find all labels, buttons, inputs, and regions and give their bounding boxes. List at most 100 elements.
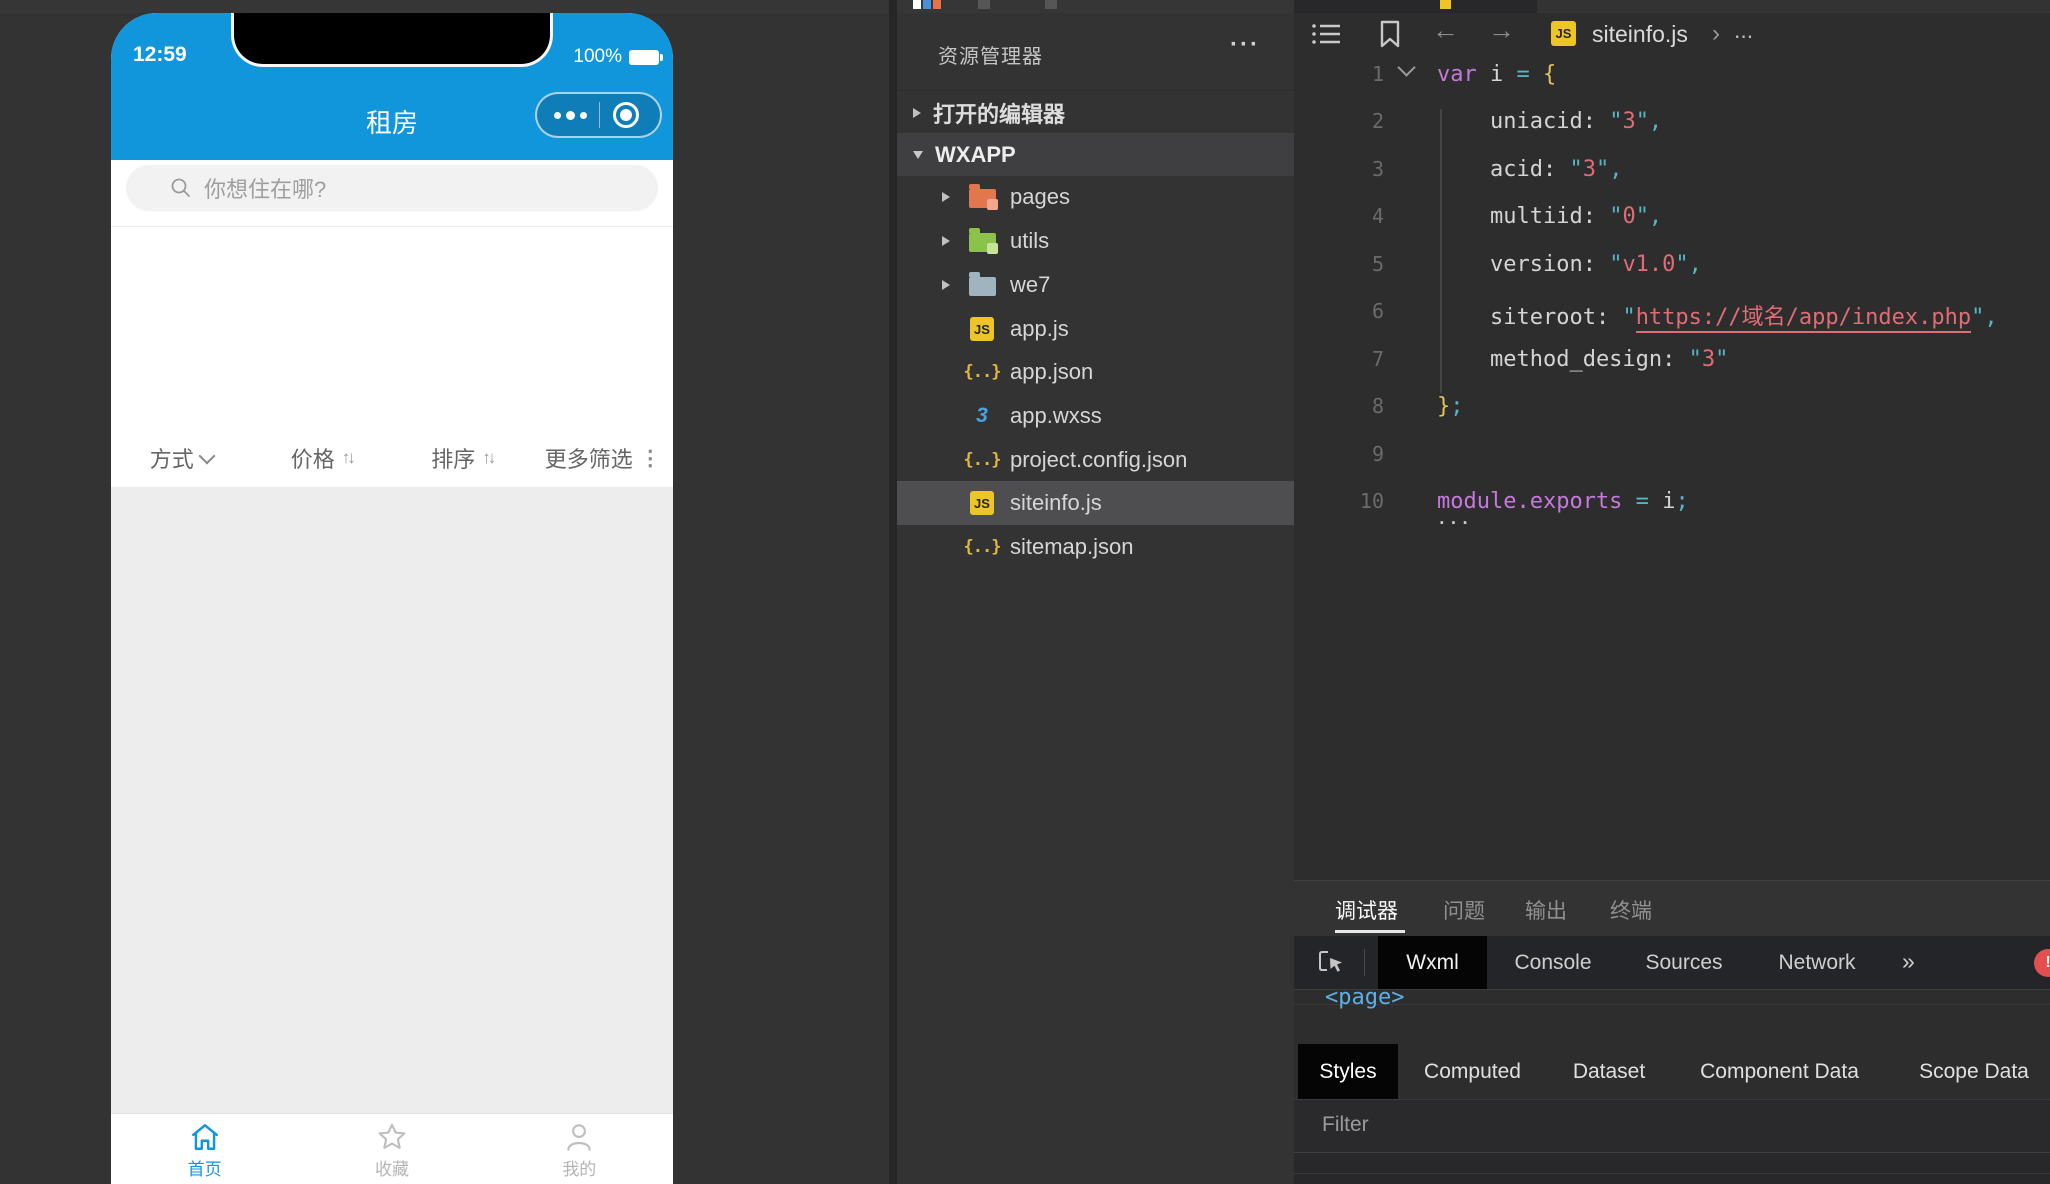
- breadcrumb-symbol[interactable]: ...: [1734, 17, 1753, 44]
- filter-bar: 方式 价格 ↑↓ 排序 ↑↓ 更多筛选 ⋮: [111, 429, 673, 487]
- collapse-arrow-icon: [942, 236, 950, 246]
- code-line: 7 method_design: "3": [1294, 347, 2050, 373]
- explorer-title: 资源管理器: [938, 40, 1043, 69]
- toolbar-fragment-icon: [978, 0, 990, 9]
- filter-method[interactable]: 方式: [111, 429, 252, 487]
- empty-list-area: [111, 488, 673, 1113]
- code-line: 10 module.exports = i;: [1294, 489, 2050, 515]
- window-top-strip: [0, 0, 2050, 13]
- tab-styles[interactable]: Styles: [1298, 1044, 1398, 1099]
- tree-item-app-js[interactable]: JS app.js: [897, 307, 1294, 351]
- collapse-arrow-icon: [942, 280, 950, 290]
- divider: [1364, 949, 1365, 976]
- inspect-element-icon[interactable]: [1316, 948, 1346, 978]
- hint-marker: ···: [1437, 513, 1472, 532]
- js-file-icon: JS: [1551, 21, 1576, 46]
- collapse-arrow-icon: [913, 108, 921, 118]
- battery-icon: [629, 50, 663, 65]
- more-filters-icon: ⋮: [640, 446, 661, 471]
- more-menu-icon[interactable]: [554, 111, 587, 120]
- sort-icon: ↑↓: [482, 448, 493, 468]
- divider: [111, 226, 673, 227]
- folder-pages-icon: [967, 186, 997, 208]
- breadcrumb-bar: ← → JS siteinfo.js › ...: [1294, 13, 2050, 55]
- url-link[interactable]: https://域名/app/index.php: [1636, 305, 1971, 333]
- tab-debugger[interactable]: 调试器: [1335, 895, 1398, 925]
- tab-profile[interactable]: 我的: [486, 1114, 673, 1184]
- tab-js-icon-fragment: [1440, 0, 1451, 9]
- tree-item-app-wxss[interactable]: 3 app.wxss: [897, 394, 1294, 438]
- navigation-bar: 12:59 100% 租房: [111, 13, 673, 160]
- capsule-divider: [599, 102, 600, 128]
- panel-sash[interactable]: [889, 0, 897, 1184]
- wxss-file-icon: 3: [967, 404, 997, 428]
- collapse-arrow-icon: [942, 192, 950, 202]
- back-arrow-icon[interactable]: ←: [1432, 15, 1459, 46]
- editor-tab-fragment[interactable]: [1294, 0, 1537, 13]
- section-open-editors[interactable]: 打开的编辑器: [897, 90, 1294, 134]
- folder-icon: [967, 274, 997, 296]
- code-line: 6 siteroot: "https://域名/app/index.php",: [1294, 299, 2050, 325]
- tree-item-we7[interactable]: we7: [897, 263, 1294, 307]
- bookmark-icon[interactable]: [1378, 19, 1402, 49]
- tree-item-pages[interactable]: pages: [897, 175, 1294, 219]
- tree-item-project-config[interactable]: {..} project.config.json: [897, 438, 1294, 482]
- filter-price[interactable]: 价格 ↑↓: [252, 429, 393, 487]
- code-line: 8 };: [1294, 394, 2050, 420]
- phone-notch: [231, 13, 553, 67]
- panel-footer-strip: [1294, 1153, 2050, 1184]
- panel-tab-bar: 调试器 问题 输出 终端: [1294, 881, 2050, 936]
- filter-placeholder: Filter: [1322, 1113, 1369, 1137]
- filter-sort[interactable]: 排序 ↑↓: [392, 429, 533, 487]
- code-line: 5 version: "v1.0",: [1294, 252, 2050, 278]
- close-target-icon[interactable]: [613, 102, 639, 128]
- tab-dataset[interactable]: Dataset: [1569, 1044, 1649, 1099]
- battery-indicator: 100%: [573, 46, 663, 68]
- element-node-page[interactable]: <page>: [1325, 989, 1404, 1010]
- mini-program-simulator: 12:59 100% 租房 你想住在哪? 方: [111, 13, 673, 1184]
- expand-arrow-icon: [913, 151, 923, 159]
- tree-item-siteinfo-js[interactable]: JS siteinfo.js: [897, 481, 1294, 525]
- debugger-panel: 调试器 问题 输出 终端 Wxml Console Sources Networ…: [1294, 880, 2050, 1184]
- sort-icon: ↑↓: [342, 448, 353, 468]
- tree-item-utils[interactable]: utils: [897, 219, 1294, 263]
- explorer-more-icon[interactable]: ···: [1230, 31, 1260, 59]
- tab-wxml[interactable]: Wxml: [1378, 936, 1487, 989]
- tab-network[interactable]: Network: [1771, 936, 1863, 989]
- capsule-menu[interactable]: [535, 92, 662, 138]
- outline-list-icon[interactable]: [1310, 21, 1344, 49]
- tab-output[interactable]: 输出: [1525, 895, 1567, 925]
- tree-item-sitemap-json[interactable]: {..} sitemap.json: [897, 525, 1294, 569]
- search-input[interactable]: 你想住在哪?: [126, 165, 658, 211]
- styles-filter-input[interactable]: Filter: [1294, 1100, 2050, 1153]
- tab-sources[interactable]: Sources: [1644, 936, 1724, 989]
- tab-component-data[interactable]: Component Data: [1689, 1044, 1870, 1099]
- tab-home[interactable]: 首页: [111, 1114, 298, 1184]
- toolbar-fragment-icon: [1045, 0, 1057, 9]
- row-separator: [1294, 1004, 2050, 1005]
- tab-computed[interactable]: Computed: [1415, 1044, 1530, 1099]
- error-count-badge[interactable]: !: [2034, 949, 2050, 977]
- chevron-down-icon: [198, 447, 215, 464]
- section-project-root[interactable]: WXAPP: [897, 133, 1294, 176]
- tab-terminal[interactable]: 终端: [1610, 895, 1652, 925]
- breadcrumb-separator: ›: [1712, 20, 1720, 48]
- code-line: 1 var i = {: [1294, 62, 2050, 88]
- forward-arrow-icon[interactable]: →: [1488, 15, 1515, 46]
- breadcrumb-filename[interactable]: siteinfo.js: [1592, 21, 1688, 48]
- tab-overflow-icon[interactable]: »: [1902, 948, 1915, 975]
- code-line: 4 multiid: "0",: [1294, 204, 2050, 230]
- tab-favorites[interactable]: 收藏: [298, 1114, 485, 1184]
- code-area[interactable]: 1 var i = { 2 uniacid: "3", 3 acid: "3",…: [1294, 55, 2050, 880]
- inspector-tab-bar: Wxml Console Sources Network » !: [1294, 936, 2050, 989]
- search-placeholder: 你想住在哪?: [204, 172, 326, 204]
- tab-problems[interactable]: 问题: [1443, 895, 1485, 925]
- tab-console[interactable]: Console: [1511, 936, 1595, 989]
- tab-scope-data[interactable]: Scope Data: [1909, 1044, 2039, 1099]
- tree-item-app-json[interactable]: {..} app.json: [897, 350, 1294, 394]
- js-file-icon: JS: [967, 491, 997, 515]
- active-tab-underline: [1335, 930, 1405, 933]
- editor-tabstrip-fragment: [1537, 0, 2050, 13]
- tab-bar: 首页 收藏 我的: [111, 1113, 673, 1184]
- filter-more[interactable]: 更多筛选 ⋮: [533, 429, 674, 487]
